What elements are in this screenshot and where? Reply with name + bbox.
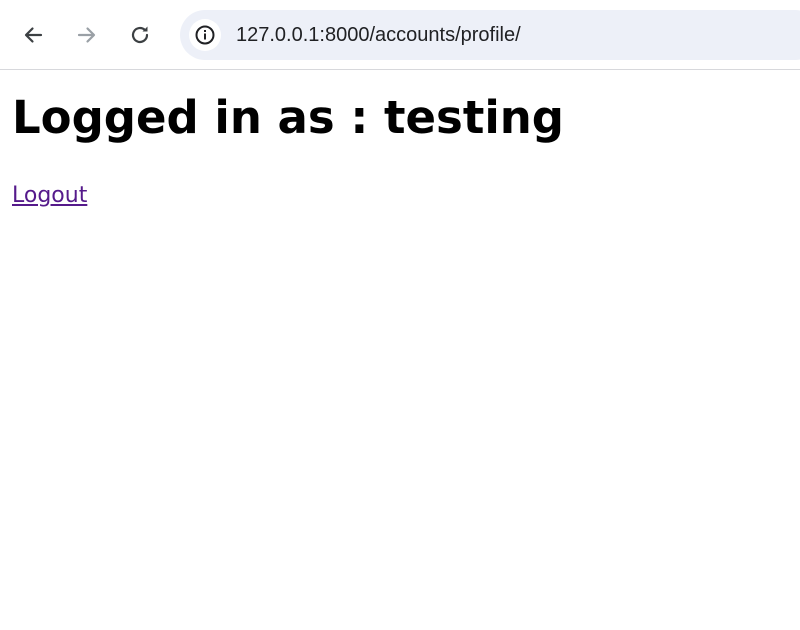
browser-toolbar: 127.0.0.1:8000/accounts/profile/ <box>0 0 800 70</box>
logout-link[interactable]: Logout <box>12 182 87 210</box>
address-bar[interactable]: 127.0.0.1:8000/accounts/profile/ <box>180 10 800 60</box>
page-content: Logged in as : testing Logout <box>0 70 800 630</box>
arrow-left-icon <box>24 27 43 43</box>
reload-button[interactable] <box>120 15 160 55</box>
url-text[interactable]: 127.0.0.1:8000/accounts/profile/ <box>236 23 521 47</box>
page-heading: Logged in as : testing <box>12 91 565 144</box>
site-info-button[interactable] <box>189 19 221 51</box>
reload-icon <box>131 26 149 44</box>
back-button[interactable] <box>13 15 53 55</box>
forward-button[interactable] <box>67 15 107 55</box>
info-icon <box>195 25 215 45</box>
arrow-right-icon <box>77 27 96 43</box>
